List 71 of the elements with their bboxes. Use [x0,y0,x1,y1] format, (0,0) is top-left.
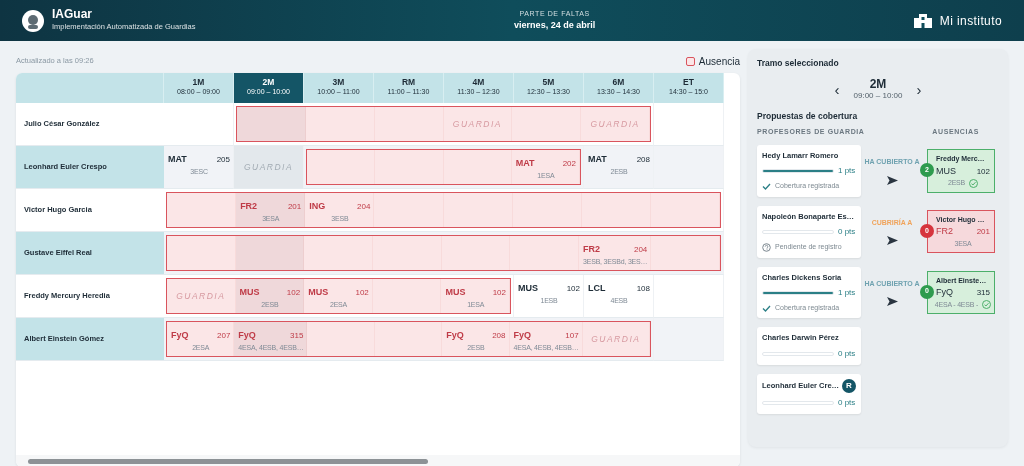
check-icon [762,182,771,191]
room-label: 102 [355,287,369,299]
subject-label: MUS [445,286,466,299]
room-label: 207 [217,330,231,342]
guard-label: GUARDIA [589,117,641,131]
guard-label: GUARDIA [242,160,295,174]
room-label: 102 [286,287,301,299]
scrollbar-thumb[interactable] [28,458,428,464]
subject-label: FyQ [238,329,256,342]
subject-label: FR2 [583,243,601,256]
room-label: 208 [492,330,506,342]
room-label: 108 [636,283,650,295]
room-label: 315 [976,287,990,300]
points-text: 0 pts [838,226,856,238]
guard-label: GUARDIA [175,289,227,303]
room-label: 204 [633,244,648,256]
check-icon [762,303,771,313]
subject-label: FyQ [171,329,189,342]
subject-label: FyQ [446,329,464,342]
report-date: viernes, 24 de abril [514,19,596,32]
school-name: Mi instituto [939,12,1002,30]
subject-label: MUS [308,286,329,299]
room-label: 102 [976,165,990,178]
next-button[interactable]: › [910,82,928,98]
room-label: 102 [566,283,580,295]
question-icon [762,242,771,252]
room-label: 201 [287,201,302,213]
room-label: 204 [357,201,371,213]
subject-label: FR2 [240,200,258,213]
subject-label: MAT [515,157,535,170]
building-icon [913,13,932,28]
room-label: 315 [290,330,304,342]
points-bar [762,169,834,174]
legend-label: Ausencia [698,54,740,69]
subject-label: FR2 [936,225,953,239]
period-code: 2M [868,77,888,90]
room-label: 201 [976,226,990,239]
subject-label: MUS [239,286,260,299]
points-bar [762,290,834,295]
room-label: 202 [562,158,576,170]
subject-label: MUS [518,282,538,295]
arrow-icon [886,236,898,246]
arrow-icon [886,297,898,307]
app-title: IAGuar [52,8,93,22]
points-text: 1 pts [838,165,856,178]
legend-swatch [685,56,695,66]
guard-label: GUARDIA [451,117,504,131]
previous-button[interactable]: ‹ [828,82,846,98]
room-label: 107 [565,330,579,342]
subject-label: ING [309,200,326,213]
period-time: 09:00 – 10:00 [853,89,903,102]
points-text: 0 pts [838,396,856,409]
check-circle-icon [969,178,979,188]
room-label: 102 [492,287,506,299]
points-text: 0 pts [838,347,856,360]
guard-label: GUARDIA [590,332,642,346]
arrow-icon [886,175,898,185]
room-label: 208 [636,154,650,166]
role-badge: R [842,378,856,393]
subject-label: MUS [936,164,956,178]
subject-label: LCL [588,282,606,295]
subject-label: MAT [588,153,607,166]
panel-title: Tramo seleccionado [757,57,840,70]
logo-icon [22,9,44,32]
subject-label: FyQ [936,286,953,300]
points-text: 1 pts [838,286,856,299]
subject-label: FyQ [513,329,532,342]
subject-label: MAT [168,153,187,166]
proposals-title: Propuestas de cobertura [757,109,859,123]
room-label: 205 [216,154,230,166]
check-circle-icon [982,300,992,310]
